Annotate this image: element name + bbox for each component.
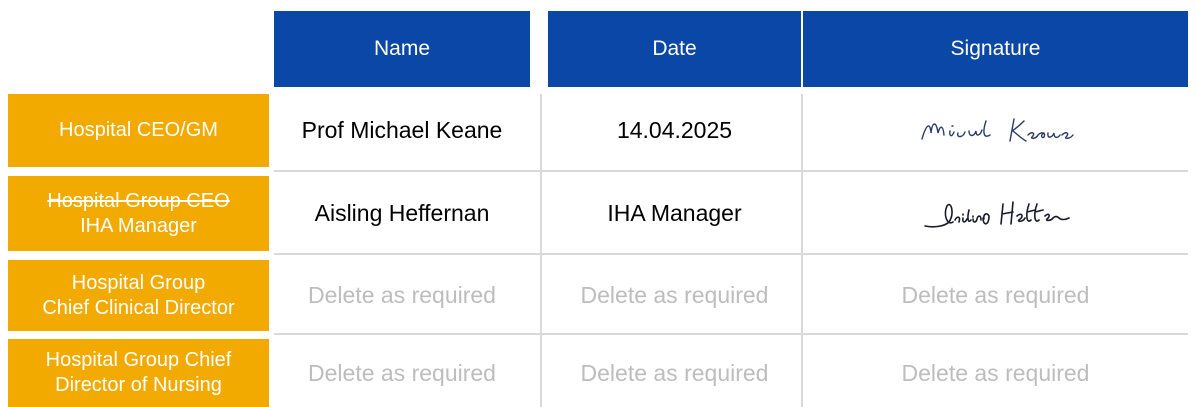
row-label-text: IHA Manager	[80, 214, 197, 237]
date-cell: 14.04.2025	[616, 117, 733, 143]
header-signature: Signature	[803, 11, 1188, 87]
signature-placeholder: Delete as required	[901, 359, 1090, 386]
row-divider	[274, 333, 1188, 335]
row-label-text: Hospital Group	[71, 271, 206, 294]
row-label-struck-text: Hospital Group CEO	[47, 189, 230, 212]
date-placeholder: Delete as required	[580, 359, 769, 386]
signature-cell	[803, 176, 1188, 251]
signature-cell	[803, 94, 1188, 167]
row-label-text: Hospital Group Chief	[45, 349, 232, 371]
date-cell: IHA Manager	[607, 200, 742, 226]
row-label-text: Director of Nursing	[55, 374, 222, 396]
name-cell: Prof Michael Keane	[301, 117, 503, 143]
row-label-ceo-gm: Hospital CEO/GM	[8, 94, 269, 167]
row-label-text: Hospital CEO/GM	[59, 119, 218, 141]
row-label-chief-director-nursing: Hospital Group Chief Director of Nursing	[8, 339, 269, 407]
row-divider	[274, 170, 1188, 172]
sign-off-table: Name Date Signature Hospital CEO/GM Prof…	[0, 0, 1197, 407]
name-cell: Aisling Heffernan	[314, 200, 490, 226]
row-label-group-ceo-iha-manager: Hospital Group CEO IHA Manager	[8, 176, 269, 251]
row-label-text: Chief Clinical Director	[42, 296, 235, 319]
handwritten-signature-aisling-heffernan	[923, 200, 1070, 228]
name-placeholder: Delete as required	[308, 359, 496, 386]
name-placeholder: Delete as required	[308, 282, 496, 308]
header-name: Name	[274, 11, 530, 87]
signature-placeholder: Delete as required	[901, 282, 1090, 308]
handwritten-signature-michael-keane	[920, 117, 1074, 142]
row-label-chief-clinical-director: Hospital Group Chief Clinical Director	[8, 260, 269, 331]
date-placeholder: Delete as required	[580, 282, 769, 308]
row-divider	[274, 253, 1188, 255]
header-date: Date	[548, 11, 801, 87]
column-divider	[540, 94, 542, 407]
